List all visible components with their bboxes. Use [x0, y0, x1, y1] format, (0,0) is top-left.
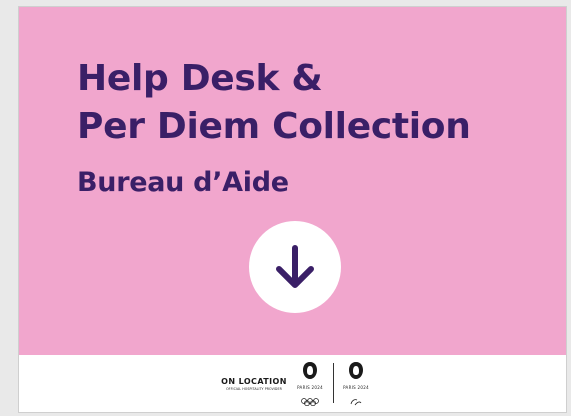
olympic-rings-icon	[301, 398, 319, 407]
brand-name: ON LOCATION	[221, 377, 287, 386]
paris-2024-paralympics-logo: PARIS 2024	[341, 361, 371, 410]
arrow-badge	[249, 221, 341, 313]
brand-tagline: OFFICIAL HOSPITALITY PROVIDER	[226, 387, 282, 391]
logo-1-text: PARIS 2024	[297, 385, 323, 390]
sign-title: Help Desk & Per Diem Collection	[77, 55, 471, 151]
logo-2-text: PARIS 2024	[343, 385, 369, 390]
title-line-1: Help Desk &	[77, 58, 323, 99]
agitos-icon	[350, 399, 362, 406]
pink-panel: Help Desk & Per Diem Collection Bureau d…	[19, 7, 566, 355]
logo-divider	[333, 363, 334, 403]
paralympic-flame-icon	[349, 362, 363, 379]
title-line-2: Per Diem Collection	[77, 106, 471, 147]
signage-board: Help Desk & Per Diem Collection Bureau d…	[18, 6, 567, 413]
olympic-flame-icon	[303, 362, 317, 379]
sponsor-footer: ON LOCATION OFFICIAL HOSPITALITY PROVIDE…	[19, 355, 566, 412]
arrow-down-icon	[276, 245, 314, 288]
paris-2024-olympics-logo: PARIS 2024	[295, 361, 325, 410]
sign-subtitle: Bureau d’Aide	[77, 167, 289, 198]
on-location-logo: ON LOCATION OFFICIAL HOSPITALITY PROVIDE…	[219, 377, 289, 392]
